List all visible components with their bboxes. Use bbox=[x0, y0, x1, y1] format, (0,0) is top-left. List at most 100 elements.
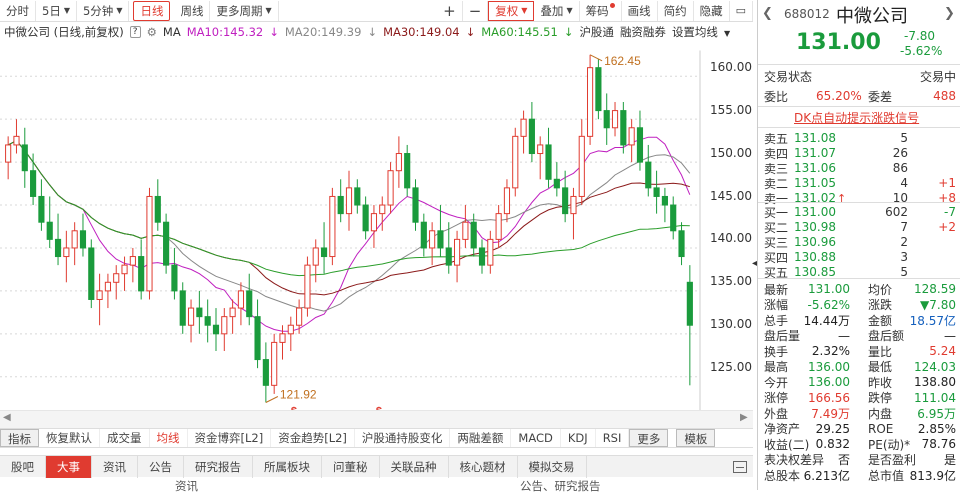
indicator-hgt-holding[interactable]: 沪股通持股变化 bbox=[355, 429, 451, 447]
candle-body bbox=[453, 238, 461, 266]
hide-button[interactable]: 隐藏 bbox=[694, 0, 730, 21]
book-volume: 5 bbox=[900, 265, 908, 279]
link-ma-settings[interactable]: 设置均线 ▼ bbox=[672, 24, 736, 40]
tab-core-themes[interactable]: 核心题材 bbox=[449, 455, 518, 478]
indicator-kdj[interactable]: KDJ bbox=[561, 429, 596, 447]
period-fenshi[interactable]: 分时 bbox=[0, 0, 36, 21]
stat-row: 涨停 166.56 跌停 111.04 bbox=[764, 390, 956, 406]
candle-body bbox=[221, 316, 228, 335]
indicator-fund-game[interactable]: 资金博弈[L2] bbox=[188, 429, 272, 447]
indicator-rsi[interactable]: RSI bbox=[596, 429, 630, 447]
candle-body bbox=[462, 221, 469, 240]
stat-value: 136.00 bbox=[808, 375, 850, 389]
period-daily[interactable]: 日线 bbox=[133, 0, 171, 21]
candle-body bbox=[587, 67, 594, 137]
tab-sectors[interactable]: 所属板块 bbox=[253, 455, 322, 478]
book-volume: 5 bbox=[900, 131, 908, 145]
panel-left-icon[interactable]: ❮ bbox=[762, 6, 773, 21]
simple-mode-button[interactable]: 简约 bbox=[658, 0, 694, 21]
tab-guba[interactable]: 股吧 bbox=[0, 455, 46, 478]
stat-label: 最低 bbox=[868, 360, 893, 374]
candle-body bbox=[379, 204, 386, 215]
chevron-down-icon: ▼ bbox=[265, 5, 272, 15]
y-tick-label: 135.00 bbox=[710, 274, 752, 289]
scroll-left-icon[interactable]: ◀ bbox=[3, 412, 11, 423]
indicator-margin-diff[interactable]: 两融差额 bbox=[450, 429, 512, 447]
collapse-icon[interactable] bbox=[733, 460, 747, 473]
candle-body bbox=[63, 247, 70, 258]
candle-body bbox=[196, 307, 203, 318]
stat-label: ROE bbox=[868, 421, 894, 436]
indicator-fund-trend[interactable]: 资金趋势[L2] bbox=[271, 429, 355, 447]
stat-value: 14.44万 bbox=[803, 313, 850, 328]
period-5day[interactable]: 5日 ▼ bbox=[36, 0, 77, 21]
indicator-template[interactable]: 模板 bbox=[676, 429, 716, 447]
tab-research[interactable]: 研究报告 bbox=[184, 455, 253, 478]
chips-button[interactable]: 筹码 bbox=[580, 0, 622, 21]
stat-row: 净资产 29.25 ROE 2.85% bbox=[764, 421, 956, 437]
overlay-button[interactable]: 叠加 ▼ bbox=[534, 0, 580, 21]
stat-label: 最高 bbox=[764, 360, 789, 374]
stat-row: 外盘 7.49万 内盘 6.95万 bbox=[764, 405, 956, 421]
news-sub-label: 公告、研究报告 bbox=[520, 479, 601, 493]
stat-label: 今开 bbox=[764, 375, 789, 390]
stat-value: 136.00 bbox=[808, 359, 850, 374]
period-5min[interactable]: 5分钟 ▼ bbox=[77, 0, 130, 21]
bid-row: 买一 131.00 602 -7 bbox=[764, 204, 956, 220]
help-icon[interactable]: ? bbox=[129, 26, 141, 38]
y-tick-label: 130.00 bbox=[710, 317, 752, 332]
tab-sim-trade[interactable]: 模拟交易 bbox=[518, 455, 587, 478]
candle-body bbox=[528, 118, 535, 155]
indicator-reset[interactable]: 恢复默认 bbox=[39, 429, 100, 447]
candle-body bbox=[146, 195, 153, 292]
book-volume: 7 bbox=[900, 220, 908, 234]
stock-name: 中微公司 bbox=[836, 6, 908, 27]
stat-label: 总股本 bbox=[764, 468, 801, 483]
candle-body bbox=[537, 144, 544, 155]
news-tabbar: 股吧 大事 资讯 公告 研究报告 所属板块 问董秘 关联品种 核心题材 模拟交易 bbox=[0, 455, 753, 478]
stat-value: 6.95万 bbox=[917, 406, 956, 421]
chart-scrollbar[interactable]: ◀ ▶ bbox=[0, 410, 753, 428]
gear-icon[interactable]: ⚙ bbox=[147, 25, 157, 39]
candle-body bbox=[296, 307, 303, 326]
stat-value: 78.76 bbox=[921, 437, 956, 451]
y-tick-label: 125.00 bbox=[710, 360, 752, 375]
high-annotation: 162.45 bbox=[604, 54, 641, 68]
chevron-down-icon: ▼ bbox=[521, 5, 528, 15]
book-change: +1 bbox=[938, 176, 956, 190]
indicator-ma[interactable]: 均线 bbox=[150, 429, 188, 447]
tab-news[interactable]: 资讯 bbox=[92, 455, 138, 478]
candle-body bbox=[470, 221, 477, 249]
link-hgt[interactable]: 沪股通 bbox=[579, 24, 614, 40]
candle-body bbox=[404, 153, 411, 189]
period-more[interactable]: 更多周期 ▼ bbox=[210, 0, 279, 21]
zoom-out-button[interactable]: − bbox=[463, 0, 489, 21]
tab-ask-secretary[interactable]: 问董秘 bbox=[322, 455, 380, 478]
indicator-more[interactable]: 更多 bbox=[629, 429, 669, 447]
tab-events[interactable]: 大事 bbox=[46, 455, 92, 478]
candle-body bbox=[562, 187, 569, 215]
stat-label: 昨收 bbox=[868, 375, 893, 390]
zoom-in-button[interactable]: + bbox=[437, 0, 463, 21]
period-weekly[interactable]: 周线 bbox=[174, 0, 211, 21]
indicator-volume[interactable]: 成交量 bbox=[100, 429, 150, 447]
indicator-label[interactable]: 指标 bbox=[0, 429, 39, 447]
dk-signal-link[interactable]: DK点自动提示涨跌信号 bbox=[794, 109, 919, 126]
candlestick-chart[interactable]: 162.45121.92$$ bbox=[0, 42, 753, 427]
scroll-right-icon[interactable]: ▶ bbox=[740, 412, 748, 423]
candle-body bbox=[38, 195, 45, 223]
panel-right-icon[interactable]: ❯ bbox=[944, 6, 955, 21]
candle-body bbox=[578, 135, 585, 197]
draw-line-button[interactable]: 画线 bbox=[622, 0, 658, 21]
tab-related[interactable]: 关联品种 bbox=[380, 455, 449, 478]
y-tick-label: 160.00 bbox=[710, 59, 752, 74]
stat-value: 138.80 bbox=[914, 375, 956, 389]
candle-body bbox=[30, 170, 37, 197]
link-margin[interactable]: 融资融券 bbox=[620, 24, 666, 40]
tab-announcements[interactable]: 公告 bbox=[138, 455, 184, 478]
book-change: +2 bbox=[938, 220, 956, 234]
fuquan-button[interactable]: 复权 ▼ bbox=[488, 0, 535, 21]
window-button[interactable]: ▭ bbox=[730, 0, 753, 21]
book-price: 131.05 bbox=[794, 176, 836, 190]
indicator-macd[interactable]: MACD bbox=[511, 429, 561, 447]
